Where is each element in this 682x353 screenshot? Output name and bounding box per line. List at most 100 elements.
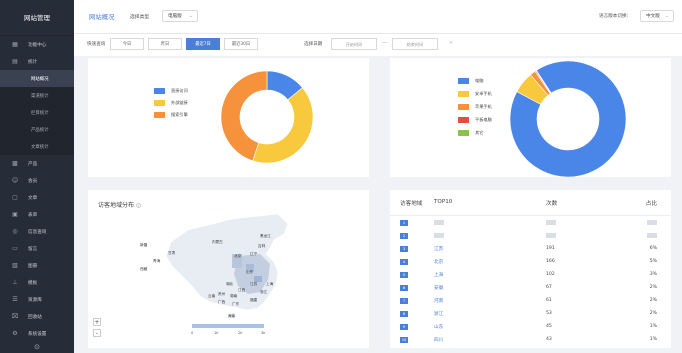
- product-icon: ▩: [12, 160, 18, 167]
- visit-count-text: 166: [546, 259, 555, 264]
- map-province-label: 青海: [153, 259, 161, 263]
- rank-badge: 1: [400, 220, 408, 226]
- visit-percent-text: 3%: [649, 272, 657, 277]
- sidebar-item-label: 回收站: [28, 314, 42, 320]
- device-chart-card: 电脑 安卓手机 苹果手机 平板电脑 其它: [390, 58, 671, 177]
- article-icon: ▢: [12, 194, 18, 201]
- sidebar-item-product[interactable]: ▩ 产品: [0, 155, 74, 172]
- sidebar-subitem-product-stats[interactable]: 产品统计: [0, 121, 74, 138]
- visit-count-text: 45: [546, 324, 552, 329]
- type-select-value: 电脑版: [168, 14, 182, 19]
- sidebar-item-trash[interactable]: ⌧ 回收站: [0, 308, 74, 325]
- quick-last30-button[interactable]: 最近30日: [224, 38, 258, 50]
- search-info-icon: ◎: [12, 228, 18, 235]
- china-map[interactable]: [88, 190, 369, 348]
- region-name[interactable]: 北京: [434, 259, 443, 265]
- sidebar-item-album[interactable]: ▧ 图册: [0, 257, 74, 274]
- table-row[interactable]: 3 江苏 191 6%: [390, 243, 671, 256]
- sidebar-item-article[interactable]: ▢ 文章: [0, 189, 74, 206]
- sidebar-item-function-center[interactable]: ▦ 功能中心: [0, 36, 74, 53]
- sidebar-subitem-article-stats[interactable]: 文章统计: [0, 138, 74, 155]
- visit-count: [546, 233, 556, 239]
- visit-count-text: 191: [546, 246, 555, 251]
- rank-badge: 8: [400, 311, 408, 317]
- table-row[interactable]: 6 安徽 67 2%: [390, 282, 671, 295]
- rank-badge: 7: [400, 298, 408, 304]
- top10-header: 访客地域 TOP10 次数 占比: [390, 190, 671, 216]
- source-chart-card: 直接访问 外部链接 搜索引擎: [88, 58, 369, 177]
- help-button[interactable]: ⊙: [0, 340, 74, 353]
- clear-date-icon[interactable]: ×: [449, 40, 453, 46]
- message-icon: ▭: [12, 245, 18, 252]
- table-row[interactable]: 2: [390, 230, 671, 243]
- visit-count: 43: [546, 337, 552, 342]
- sidebar-item-form[interactable]: ▣ 表单: [0, 206, 74, 223]
- sidebar-item-label: 留言: [28, 246, 38, 252]
- quick-yesterday-button[interactable]: 昨日: [148, 38, 182, 50]
- region-name[interactable]: 浙江: [434, 311, 443, 317]
- map-province-label: 黑龙江: [260, 234, 271, 238]
- template-icon: ⊥: [12, 279, 18, 286]
- statistics-icon: ▤: [12, 58, 18, 65]
- table-row[interactable]: 5 上海 102 3%: [390, 269, 671, 282]
- visit-count: 61: [546, 298, 552, 303]
- quick-today-button[interactable]: 今日: [110, 38, 144, 50]
- type-select[interactable]: 电脑版 ⌄: [162, 10, 198, 22]
- table-row[interactable]: 9 山东 45 1%: [390, 321, 671, 334]
- visit-percent: 1%: [650, 324, 657, 329]
- quick-last7-button[interactable]: 最近7日: [186, 38, 220, 50]
- visit-count-text: 43: [546, 337, 552, 342]
- sidebar: 网站管理 ▦ 功能中心 ▤ 统计 网站概况 渠道统计 栏目统计 产品统计 文章统…: [0, 0, 74, 353]
- sidebar-item-template[interactable]: ⊥ 模板: [0, 274, 74, 291]
- visit-percent: 5%: [650, 259, 657, 264]
- zoom-out-button[interactable]: -: [93, 329, 101, 337]
- sidebar-item-info-query[interactable]: ◎ 信息查询: [0, 223, 74, 240]
- sidebar-item-statistics[interactable]: ▤ 统计: [0, 53, 74, 70]
- region-name[interactable]: 山东: [434, 324, 443, 330]
- sidebar-item-member[interactable]: ☺ 会员: [0, 172, 74, 189]
- sidebar-item-resource[interactable]: ☰ 资源库: [0, 291, 74, 308]
- column-header-percent: 占比: [645, 201, 657, 207]
- region-name[interactable]: [434, 220, 444, 226]
- table-row[interactable]: 10 四川 43 1%: [390, 334, 671, 347]
- map-province-label: 甘肃: [168, 251, 176, 255]
- end-date-input[interactable]: 结束时间: [392, 38, 438, 50]
- blurred-value: [434, 220, 444, 225]
- start-date-input[interactable]: 开始时间: [331, 38, 377, 50]
- map-province-label: 吉林: [258, 244, 266, 248]
- visit-percent-text: 5%: [649, 259, 657, 264]
- map-province-label: 海南: [228, 314, 236, 318]
- visit-percent: 2%: [650, 285, 657, 290]
- map-province-label: 山东: [246, 270, 254, 274]
- table-row[interactable]: 8 浙江 53 2%: [390, 308, 671, 321]
- sidebar-subitem-site-overview[interactable]: 网站概况: [0, 70, 74, 87]
- sidebar-subitem-channel-stats[interactable]: 渠道统计: [0, 87, 74, 104]
- sidebar-subitem-column-stats[interactable]: 栏目统计: [0, 104, 74, 121]
- donut-slice[interactable]: [252, 87, 314, 164]
- visit-percent-text: 2%: [649, 285, 657, 290]
- region-name[interactable]: 江苏: [434, 246, 443, 252]
- top10-subtitle: TOP10: [434, 199, 453, 205]
- region-name[interactable]: 上海: [434, 272, 443, 278]
- region-name[interactable]: 河南: [434, 298, 443, 304]
- visit-count: 53: [546, 311, 552, 316]
- region-name[interactable]: 四川: [434, 337, 443, 343]
- column-header-count: 次数: [546, 201, 558, 207]
- sidebar-item-label: 文章: [28, 195, 38, 201]
- form-icon: ▣: [12, 211, 18, 218]
- sidebar-item-message[interactable]: ▭ 留言: [0, 240, 74, 257]
- table-row[interactable]: 7 河南 61 2%: [390, 295, 671, 308]
- region-name[interactable]: [434, 233, 444, 239]
- table-row[interactable]: 1: [390, 217, 671, 230]
- region-name[interactable]: 安徽: [434, 285, 443, 291]
- table-row[interactable]: 4 北京 166 5%: [390, 256, 671, 269]
- scale-label: 1k: [214, 331, 219, 335]
- scale-label: 3k: [261, 331, 266, 335]
- map-province-label: 贵州: [218, 292, 226, 296]
- sidebar-item-label: 模板: [28, 280, 38, 286]
- language-select[interactable]: 中文版 ⌄: [640, 10, 674, 22]
- zoom-in-button[interactable]: +: [93, 318, 101, 326]
- visit-count: 45: [546, 324, 552, 329]
- sidebar-item-label: 资源库: [28, 297, 42, 303]
- rank-badge: 3: [400, 246, 408, 252]
